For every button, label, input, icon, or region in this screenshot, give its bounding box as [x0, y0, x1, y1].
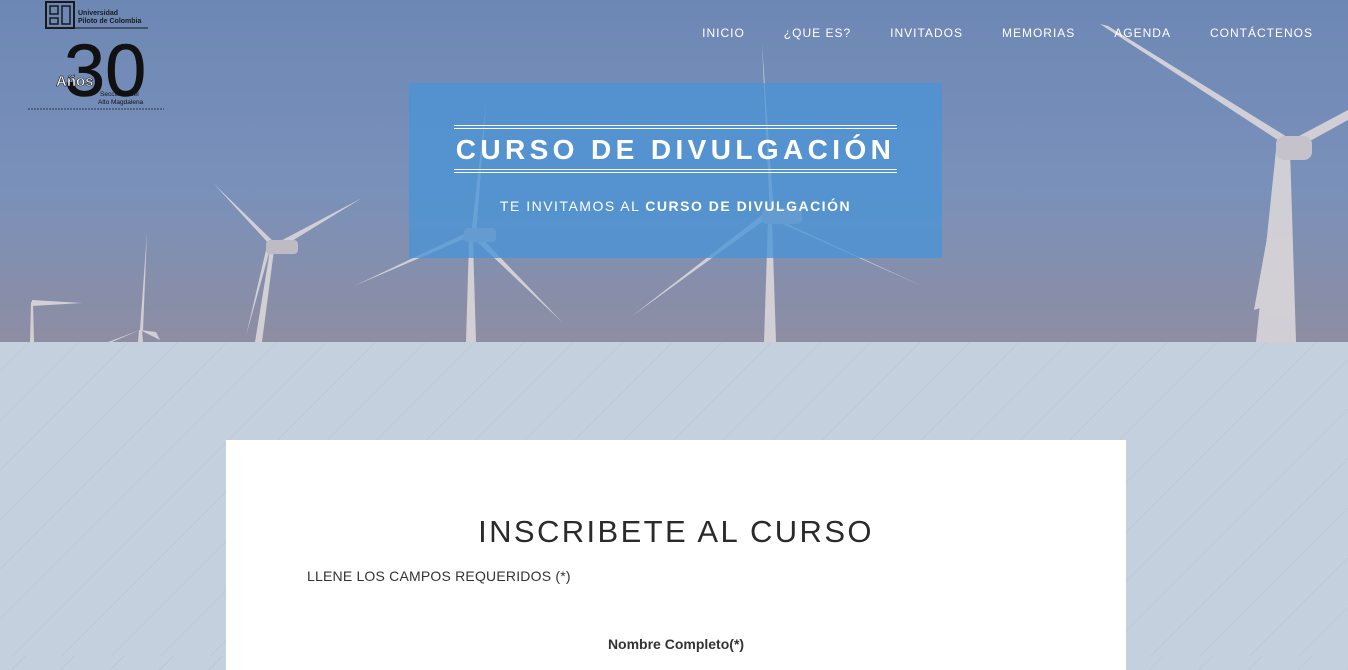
logo-seccional-2: Alto Magdalena [98, 99, 144, 106]
form-heading: INSCRIBETE AL CURSO [478, 514, 874, 549]
hero-banner: CURSO DE DIVULGACIÓN TE INVITAMOS AL CUR… [409, 83, 942, 258]
logo-graphic: Universidad Piloto de Colombia 30 Años S… [28, 1, 164, 112]
registration-form-card: INSCRIBETE AL CURSO LLENE LOS CAMPOS REQ… [226, 440, 1126, 670]
hero-subtitle: TE INVITAMOS AL CURSO DE DIVULGACIÓN [409, 198, 942, 214]
hero-section: Universidad Piloto de Colombia 30 Años S… [0, 0, 1348, 342]
nav-que-es[interactable]: ¿QUE ES? [745, 24, 851, 42]
logo-university-text-1: Universidad [78, 10, 118, 17]
main-navigation: INICIO ¿QUE ES? INVITADOS MEMORIAS AGEND… [663, 24, 1313, 42]
nav-contactenos[interactable]: CONTÁCTENOS [1171, 24, 1313, 42]
hero-subtitle-prefix: TE INVITAMOS AL [499, 198, 646, 214]
hero-subtitle-bold: CURSO DE DIVULGACIÓN [645, 198, 852, 214]
logo-anos: Años [56, 73, 94, 90]
hero-title: CURSO DE DIVULGACIÓN [453, 125, 898, 173]
required-fields-note: LLENE LOS CAMPOS REQUERIDOS (*) [307, 568, 571, 584]
nav-agenda[interactable]: AGENDA [1075, 24, 1171, 42]
full-name-label: Nombre Completo(*) [607, 636, 745, 652]
logo-seccional-1: Seccional del [100, 91, 139, 98]
nav-memorias[interactable]: MEMORIAS [963, 24, 1075, 42]
nav-invitados[interactable]: INVITADOS [851, 24, 963, 42]
university-logo[interactable]: Universidad Piloto de Colombia 30 Años S… [28, 0, 164, 112]
nav-inicio[interactable]: INICIO [663, 24, 745, 42]
hero-title-wrap: CURSO DE DIVULGACIÓN [409, 125, 942, 173]
logo-university-text-2: Piloto de Colombia [78, 18, 141, 25]
